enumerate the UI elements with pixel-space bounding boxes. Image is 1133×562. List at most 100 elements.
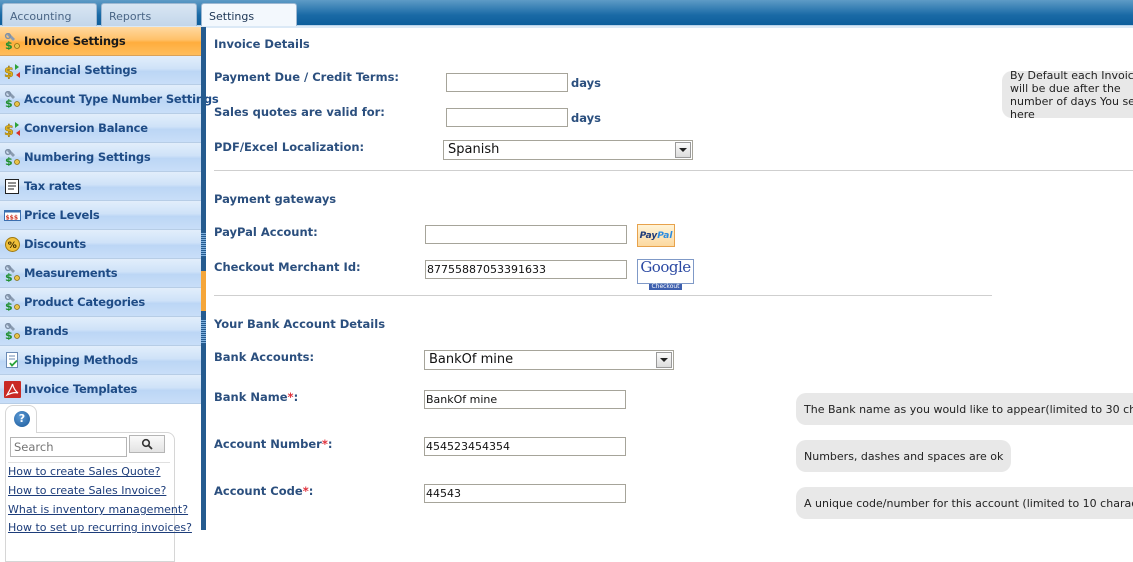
sidebar-item-label: Financial Settings xyxy=(24,63,138,77)
divider xyxy=(214,295,992,296)
label-colon: : xyxy=(308,484,314,498)
payment-due-input[interactable] xyxy=(446,73,568,92)
wrench-dollar-icon: $ xyxy=(4,293,21,311)
quotes-valid-label: Sales quotes are valid for: xyxy=(214,105,385,119)
top-tab-bar: Accounting Reports Settings xyxy=(0,0,1133,28)
magnifier-icon xyxy=(141,438,153,450)
google-logo: Google xyxy=(640,258,691,276)
svg-text:$: $ xyxy=(5,155,13,166)
svg-text:$: $ xyxy=(5,271,13,282)
checkout-merchant-label: Checkout Merchant Id: xyxy=(214,260,361,274)
account-code-label-text: Account Code xyxy=(214,484,303,498)
price-tag-icon: $$$ xyxy=(4,207,21,224)
localization-value: Spanish xyxy=(448,142,500,157)
svg-text:$$$: $$$ xyxy=(6,214,19,221)
help-search-button[interactable] xyxy=(129,435,165,453)
sidebar-item-shipping-methods[interactable]: Shipping Methods xyxy=(0,346,201,375)
chevron-down-icon[interactable] xyxy=(656,352,672,368)
svg-text:$: $ xyxy=(5,39,13,50)
payment-due-tooltip: By Default each Invoice will be due afte… xyxy=(1002,71,1133,118)
wrench-dollar-icon: $ xyxy=(4,148,21,166)
paypal-button[interactable]: Pay Pal xyxy=(637,224,675,247)
sidebar-item-tax-rates[interactable]: Tax rates xyxy=(0,172,201,201)
sidebar-item-measurements[interactable]: $ Measurements xyxy=(0,259,201,288)
help-tab[interactable]: ? xyxy=(5,405,37,433)
svg-text:$: $ xyxy=(4,123,14,137)
account-number-input[interactable] xyxy=(424,437,626,456)
sidebar-item-brands[interactable]: $ Brands xyxy=(0,317,201,346)
sidebar-item-numbering-settings[interactable]: $ Numbering Settings xyxy=(0,143,201,172)
payment-due-unit: days xyxy=(571,76,601,90)
payment-due-label: Payment Due / Credit Terms: xyxy=(214,70,400,84)
section-title-bank-details: Your Bank Account Details xyxy=(214,317,386,331)
sidebar-item-label: Invoice Settings xyxy=(24,34,126,48)
bank-accounts-value: BankOf mine xyxy=(429,352,514,367)
help-icon[interactable]: ? xyxy=(14,411,30,427)
sidebar-item-financial-settings[interactable]: $ Financial Settings xyxy=(0,56,201,85)
dollar-arrows-icon: $ xyxy=(4,62,21,79)
sidebar-item-account-type-number-settings[interactable]: $ Account Type Number Settings xyxy=(0,85,219,114)
account-number-label: Account Number*: xyxy=(214,437,332,451)
label-colon: : xyxy=(293,390,299,404)
svg-text:$: $ xyxy=(4,65,14,79)
sidebar-item-invoice-settings[interactable]: $ Invoice Settings xyxy=(0,27,201,56)
bank-name-input[interactable] xyxy=(424,390,626,409)
sidebar-item-label: Brands xyxy=(24,324,69,338)
label-colon: : xyxy=(327,437,333,451)
localization-select[interactable]: Spanish xyxy=(443,140,693,160)
quotes-valid-input[interactable] xyxy=(446,108,568,127)
help-search-input[interactable] xyxy=(10,437,127,457)
help-link[interactable]: How to create Sales Quote? xyxy=(8,465,161,478)
sidebar-item-label: Product Categories xyxy=(24,295,146,309)
tab-reports[interactable]: Reports xyxy=(101,3,197,26)
svg-text:%: % xyxy=(8,241,17,251)
svg-text:$: $ xyxy=(5,300,13,311)
help-widget: ? How to create Sales Quote? How to crea… xyxy=(3,405,192,562)
account-code-label: Account Code*: xyxy=(214,484,313,498)
google-checkout-caption: Checkout xyxy=(649,283,682,290)
bank-accounts-label: Bank Accounts: xyxy=(214,350,315,364)
sidebar-item-discounts[interactable]: % Discounts xyxy=(0,230,201,259)
sidebar-item-label: Measurements xyxy=(24,266,118,280)
wrench-dollar-icon: $ xyxy=(4,90,21,108)
tab-accounting[interactable]: Accounting xyxy=(2,3,97,26)
sidebar-item-label: Shipping Methods xyxy=(24,353,138,367)
sidebar-item-label: Price Levels xyxy=(24,208,100,222)
paypal-logo-pay: Pay xyxy=(639,230,658,241)
wrench-dollar-icon: $ xyxy=(4,32,21,50)
wrench-dollar-icon: $ xyxy=(4,322,21,340)
sidebar-item-price-levels[interactable]: $$$ Price Levels xyxy=(0,201,201,230)
section-title-payment-gateways: Payment gateways xyxy=(214,192,337,206)
checkout-merchant-input[interactable] xyxy=(425,260,627,279)
help-link[interactable]: How to set up recurring invoices? xyxy=(8,521,192,534)
help-link[interactable]: How to create Sales Invoice? xyxy=(8,484,166,497)
tab-settings[interactable]: Settings xyxy=(201,3,297,27)
chevron-down-icon[interactable] xyxy=(675,142,691,158)
sidebar-item-conversion-balance[interactable]: $ Conversion Balance xyxy=(0,114,201,143)
account-number-tooltip: Numbers, dashes and spaces are ok xyxy=(796,440,1012,472)
list-document-icon xyxy=(4,178,21,195)
sidebar-item-invoice-templates[interactable]: Invoice Templates xyxy=(0,375,201,404)
percent-badge-icon: % xyxy=(4,236,21,253)
invoice-settings-form: Invoice Details Payment Due / Credit Ter… xyxy=(206,29,1133,530)
sidebar-item-label: Numbering Settings xyxy=(24,150,151,164)
pdf-icon xyxy=(4,380,21,398)
sidebar-item-label: Discounts xyxy=(24,237,86,251)
paypal-account-input[interactable] xyxy=(425,225,627,244)
bank-name-label-text: Bank Name xyxy=(214,390,288,404)
paypal-account-label: PayPal Account: xyxy=(214,225,318,239)
help-link[interactable]: What is inventory management? xyxy=(8,503,188,516)
google-checkout-button[interactable]: Google Checkout xyxy=(637,258,694,290)
localization-label: PDF/Excel Localization: xyxy=(214,140,365,154)
wrench-dollar-icon: $ xyxy=(4,264,21,282)
sidebar-item-label: Conversion Balance xyxy=(24,121,148,135)
sidebar-item-product-categories[interactable]: $ Product Categories xyxy=(0,288,201,317)
dollar-arrows-icon: $ xyxy=(4,120,21,137)
divider xyxy=(214,170,1133,171)
bank-accounts-select[interactable]: BankOf mine xyxy=(424,350,674,370)
account-code-input[interactable] xyxy=(424,484,626,503)
svg-text:$: $ xyxy=(5,329,13,340)
account-code-tooltip: A unique code/number for this account (l… xyxy=(796,487,1133,519)
checklist-icon xyxy=(4,351,21,369)
paypal-logo-pal: Pal xyxy=(657,230,673,241)
